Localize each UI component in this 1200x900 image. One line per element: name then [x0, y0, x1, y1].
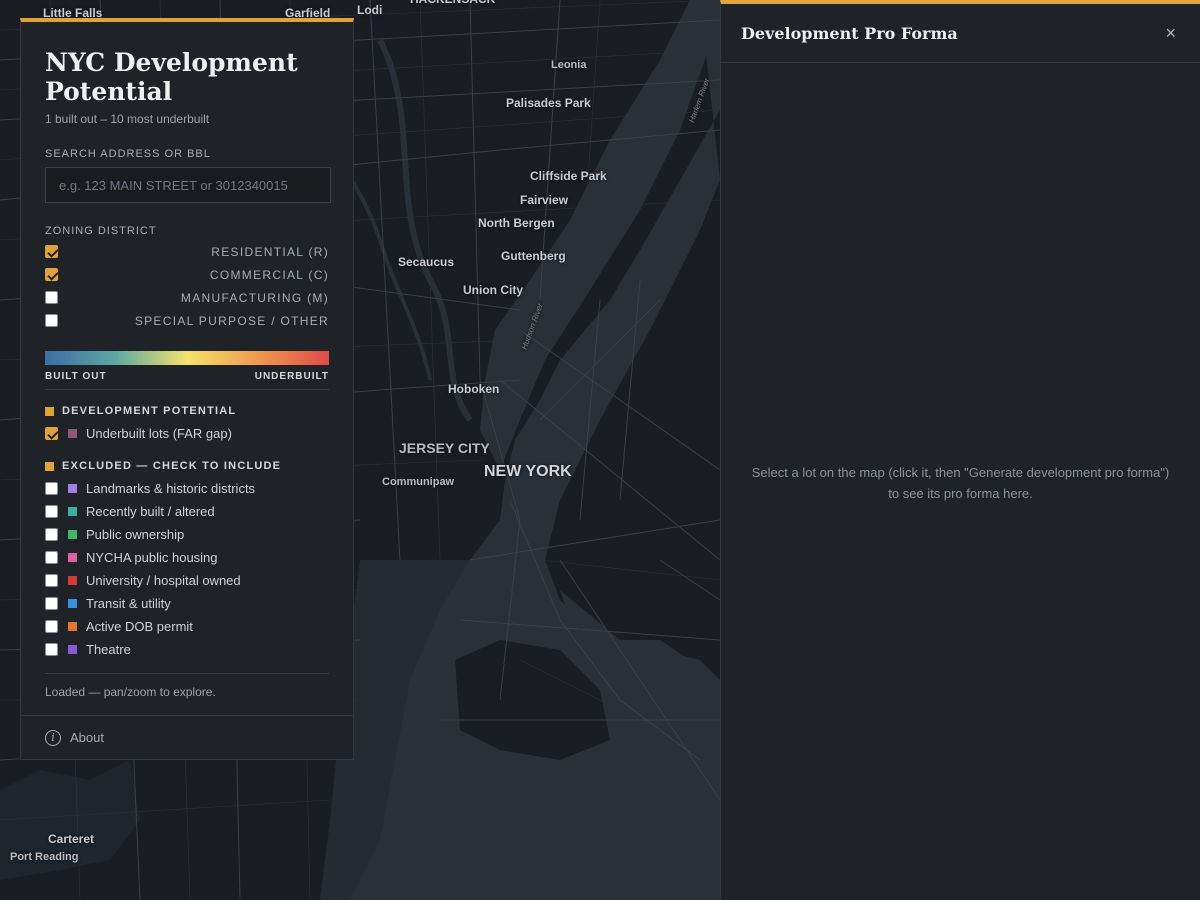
layer-toggle[interactable]: University / hospital owned: [45, 569, 329, 592]
layer-toggle[interactable]: Public ownership: [45, 523, 329, 546]
info-icon: i: [45, 729, 61, 746]
status-text: Loaded — pan/zoom to explore.: [45, 673, 329, 699]
zoning-list: RESIDENTIAL (R) COMMERCIAL (C) MANUFACTURI…: [45, 240, 329, 332]
development-group-label: DEVELOPMENT POTENTIAL: [62, 405, 237, 417]
layer-toggle[interactable]: Recently built / altered: [45, 500, 329, 523]
layer-label: Underbuilt lots (FAR gap): [86, 426, 232, 441]
checkbox[interactable]: [45, 528, 58, 541]
layer-label: Public ownership: [86, 527, 185, 542]
excluded-group-label: EXCLUDED — CHECK TO INCLUDE: [62, 460, 282, 472]
potential-color-scale: [45, 351, 329, 365]
layer-toggle[interactable]: Transit & utility: [45, 592, 329, 615]
map-place-label: Union City: [463, 283, 523, 297]
zoning-option-label: COMMERCIAL (C): [209, 267, 329, 282]
layer-label: University / hospital owned: [86, 573, 241, 588]
layer-label: Landmarks & historic districts: [86, 481, 256, 496]
layer-label: NYCHA public housing: [86, 550, 218, 565]
close-icon[interactable]: ×: [1165, 23, 1176, 44]
zoning-option[interactable]: MANUFACTURING (M): [45, 286, 329, 309]
map-place-label: Palisades Park: [506, 96, 591, 110]
checkbox[interactable]: [45, 482, 58, 495]
checkbox[interactable]: [45, 551, 58, 564]
map-place-label: Fairview: [520, 193, 569, 207]
layer-color-swatch: [68, 576, 77, 585]
layer-color-swatch: [68, 622, 77, 631]
pro-forma-header: Development Pro Forma ×: [721, 4, 1200, 63]
checkbox[interactable]: [45, 314, 58, 327]
layer-label: Transit & utility: [86, 596, 171, 611]
checkbox[interactable]: [45, 291, 58, 304]
map-place-label: Port Reading: [10, 851, 79, 863]
scale-low-label: BUILT OUT: [45, 371, 107, 382]
layer-label: Active DOB permit: [86, 619, 193, 634]
pro-forma-title: Development Pro Forma: [741, 23, 958, 43]
checkbox[interactable]: [45, 268, 58, 281]
development-layer-list: Underbuilt lots (FAR gap): [45, 422, 329, 445]
map-place-label: Carteret: [48, 832, 95, 846]
map-place-label: North Bergen: [478, 216, 555, 230]
zoning-option-label: RESIDENTIAL (R): [211, 244, 329, 259]
layer-toggle[interactable]: NYCHA public housing: [45, 546, 329, 569]
zoning-option-label: SPECIAL PURPOSE / OTHER: [134, 313, 329, 328]
layer-toggle[interactable]: Theatre: [45, 638, 329, 661]
about-button[interactable]: i About: [21, 715, 353, 759]
checkbox[interactable]: [45, 620, 58, 633]
checkbox[interactable]: [45, 597, 58, 610]
layer-toggle[interactable]: Underbuilt lots (FAR gap): [45, 422, 329, 445]
group-marker: [45, 406, 54, 416]
scale-labels: BUILT OUT UNDERBUILT: [45, 371, 329, 382]
map-place-label: Hoboken: [448, 382, 500, 396]
layer-color-swatch: [68, 599, 77, 608]
checkbox[interactable]: [45, 643, 58, 656]
layer-color-swatch: [68, 429, 77, 438]
zoning-label: ZONING DISTRICT: [45, 225, 157, 237]
about-label: About: [70, 730, 104, 745]
excluded-group-header: EXCLUDED — CHECK TO INCLUDE: [45, 460, 329, 472]
map-place-label: JERSEY CITY: [399, 440, 490, 456]
layer-color-swatch: [68, 507, 77, 516]
layer-color-swatch: [68, 530, 77, 539]
map-place-label: Cliffside Park: [530, 169, 607, 183]
map-place-label: NEW YORK: [484, 463, 572, 480]
panel-subtitle: 1 built out – 10 most underbuilt: [45, 112, 210, 126]
pro-forma-empty-message: Select a lot on the map (click it, then …: [751, 465, 1170, 501]
layer-label: Recently built / altered: [86, 504, 215, 519]
map-place-label: Secaucus: [398, 255, 455, 269]
layer-toggle[interactable]: Active DOB permit: [45, 615, 329, 638]
scale-high-label: UNDERBUILT: [254, 371, 329, 382]
search-label: SEARCH ADDRESS OR BBL: [45, 148, 211, 160]
group-marker: [45, 461, 54, 471]
search-input[interactable]: [57, 176, 319, 194]
pro-forma-panel: Development Pro Forma × Select a lot on …: [720, 0, 1200, 900]
layer-color-swatch: [68, 553, 77, 562]
checkbox[interactable]: [45, 505, 58, 518]
checkbox[interactable]: [45, 574, 58, 587]
divider: [45, 389, 329, 390]
development-group-header: DEVELOPMENT POTENTIAL: [45, 405, 329, 417]
map-place-label: Guttenberg: [501, 249, 566, 263]
layer-color-swatch: [68, 484, 77, 493]
panel-title: NYC Development Potential: [45, 48, 298, 106]
zoning-option[interactable]: RESIDENTIAL (R): [45, 240, 329, 263]
search-box[interactable]: [45, 167, 331, 203]
layer-toggle[interactable]: Landmarks & historic districts: [45, 477, 329, 500]
excluded-layer-list: Landmarks & historic districts Recently b…: [45, 477, 329, 661]
layer-label: Theatre: [86, 642, 131, 657]
map-place-label: Lodi: [357, 3, 383, 17]
zoning-option-label: MANUFACTURING (M): [180, 290, 329, 305]
checkbox[interactable]: [45, 245, 58, 258]
zoning-option[interactable]: COMMERCIAL (C): [45, 263, 329, 286]
zoning-option[interactable]: SPECIAL PURPOSE / OTHER: [45, 309, 329, 332]
map-place-label: Leonia: [551, 59, 587, 71]
layer-color-swatch: [68, 645, 77, 654]
controls-panel: NYC Development Potential 1 built out – …: [20, 18, 354, 760]
checkbox[interactable]: [45, 427, 58, 440]
map-place-label: Communipaw: [382, 476, 455, 488]
map-place-label: HACKENSACK: [410, 0, 495, 6]
